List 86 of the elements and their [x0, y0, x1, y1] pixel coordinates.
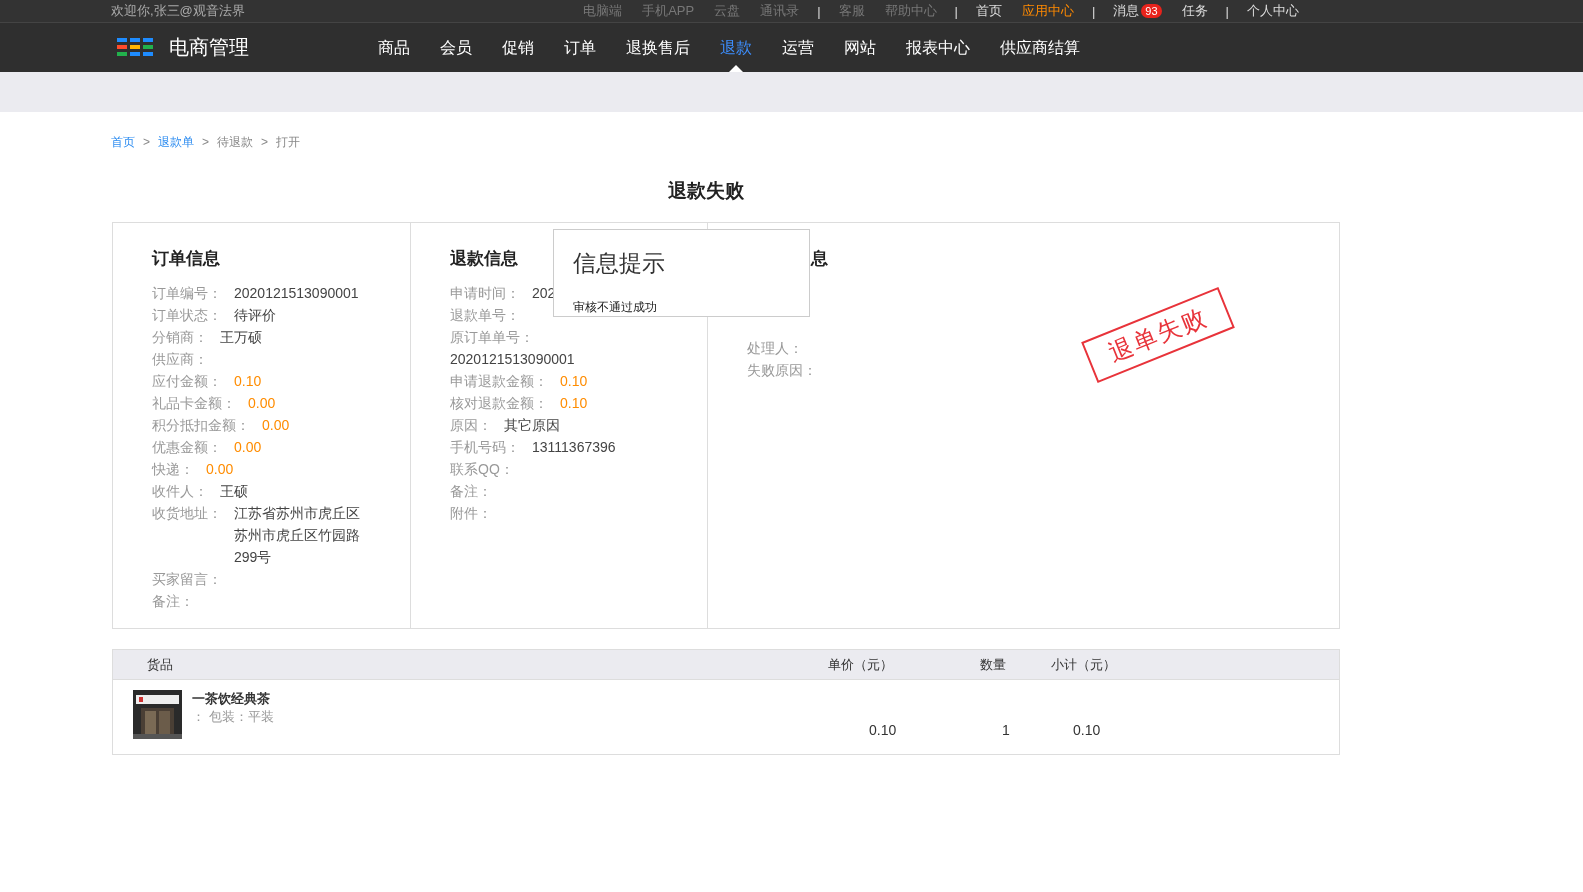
field-label: 应付金额：	[152, 372, 222, 391]
dialog-message: 审核不通过成功	[573, 299, 657, 316]
panel-title: 订单信息	[152, 248, 220, 270]
top-link[interactable]: 应用中心	[1011, 2, 1084, 20]
field-label: 分销商：	[152, 328, 208, 347]
field-value: 0.10	[559, 394, 589, 413]
count-badge: 93	[1141, 4, 1162, 18]
nav-tab[interactable]: 商品	[363, 23, 425, 72]
field-value: 0.00	[247, 394, 277, 413]
field-label: 礼品卡金额：	[152, 394, 236, 413]
field-value: 王硕	[219, 482, 249, 501]
field-value: 2020121513090001	[233, 284, 360, 303]
failure-stamp: 退单失败	[1081, 286, 1235, 384]
field-label: 快递：	[152, 460, 194, 479]
field-value: 待评价	[233, 306, 277, 325]
field-label: 订单编号：	[152, 284, 222, 303]
field-label: 备注：	[152, 592, 194, 611]
nav-tab[interactable]: 退款	[705, 23, 767, 72]
field-label: 积分抵扣金额：	[152, 416, 250, 435]
nav-tab[interactable]: 会员	[425, 23, 487, 72]
field-label: 申请时间：	[450, 284, 520, 303]
nav-tab[interactable]: 网站	[829, 23, 891, 72]
breadcrumb-link[interactable]: 退款单	[158, 133, 194, 151]
field-value: 0.10	[233, 372, 263, 391]
app-title: 电商管理	[169, 35, 249, 60]
page-title: 退款失败	[667, 179, 745, 203]
field-label: 收货地址：	[152, 504, 222, 523]
field-value: 0.00	[205, 460, 235, 479]
separator-text: |	[1224, 3, 1230, 19]
welcome-text: 欢迎你,张三@观音法界	[111, 2, 245, 20]
column-header: 数量	[980, 655, 1006, 674]
field-value: 王万硕	[219, 328, 263, 347]
field-label: 手机号码：	[450, 438, 520, 457]
field-label: 订单状态：	[152, 306, 222, 325]
nav-tab[interactable]: 报表中心	[891, 23, 985, 72]
field-label: 附件：	[450, 504, 492, 523]
field-label: 退款单号：	[450, 306, 520, 325]
column-header: 单价（元）	[828, 655, 893, 674]
field-label: 收件人：	[152, 482, 208, 501]
nav-tab[interactable]: 运营	[767, 23, 829, 72]
field-value: 江苏省苏州市虎丘区苏州市虎丘区竹园路299号	[233, 504, 361, 567]
nav-tab[interactable]: 供应商结算	[985, 23, 1095, 72]
table-cell: 1	[1002, 722, 1010, 738]
field-label: 原订单单号：	[450, 328, 535, 347]
breadcrumb-link[interactable]: 首页	[111, 133, 135, 151]
column-header: 小计（元）	[1051, 655, 1116, 674]
breadcrumb-text: >	[202, 135, 210, 149]
breadcrumb-text: >	[261, 135, 269, 149]
breadcrumb-text: 打开	[276, 133, 301, 151]
field-label: 处理人：	[747, 339, 803, 358]
table-cell: 0.10	[869, 722, 897, 738]
field-value: 13111367396	[531, 438, 617, 457]
grid-logo-icon	[117, 37, 155, 58]
separator-text: |	[953, 3, 959, 19]
top-link[interactable]: 任务	[1171, 2, 1218, 20]
separator-text: |	[816, 3, 822, 19]
field-value: 其它原因	[503, 416, 561, 435]
top-link[interactable]: 个人中心	[1237, 2, 1309, 20]
nav-tab[interactable]: 促销	[487, 23, 549, 72]
separator-text: |	[1090, 3, 1097, 19]
field-label: 联系QQ：	[450, 460, 514, 479]
field-label: 核对退款金额：	[450, 394, 548, 413]
panel-title: 退款信息	[450, 248, 518, 270]
field-label: 备注：	[450, 482, 492, 501]
product-name: 一茶饮经典茶	[192, 690, 271, 708]
column-header: 货品	[147, 655, 173, 674]
field-value: 0.00	[233, 438, 263, 457]
field-label: 优惠金额：	[152, 438, 222, 457]
nav-tab[interactable]: 订单	[549, 23, 611, 72]
dialog-title: 信息提示	[573, 249, 665, 278]
breadcrumb-text: 待退款	[217, 133, 254, 151]
field-label: 买家留言：	[152, 570, 222, 589]
nav-tab[interactable]: 退换售后	[611, 23, 705, 72]
field-value: 2020121513090001	[450, 350, 575, 369]
table-cell: 0.10	[1073, 722, 1101, 738]
panel-title: 息	[811, 248, 828, 270]
field-value: 0.00	[261, 416, 291, 435]
product-spec: ： 包装：平装	[192, 708, 274, 726]
field-label: 失败原因：	[747, 361, 817, 380]
field-label: 供应商：	[152, 350, 208, 369]
breadcrumb-text: >	[143, 135, 150, 149]
top-link[interactable]: 消息 93	[1103, 2, 1172, 20]
field-label: 申请退款金额：	[450, 372, 548, 391]
field-label: 原因：	[450, 416, 492, 435]
top-link[interactable]: 首页	[965, 2, 1012, 20]
field-value: 0.10	[559, 372, 589, 391]
